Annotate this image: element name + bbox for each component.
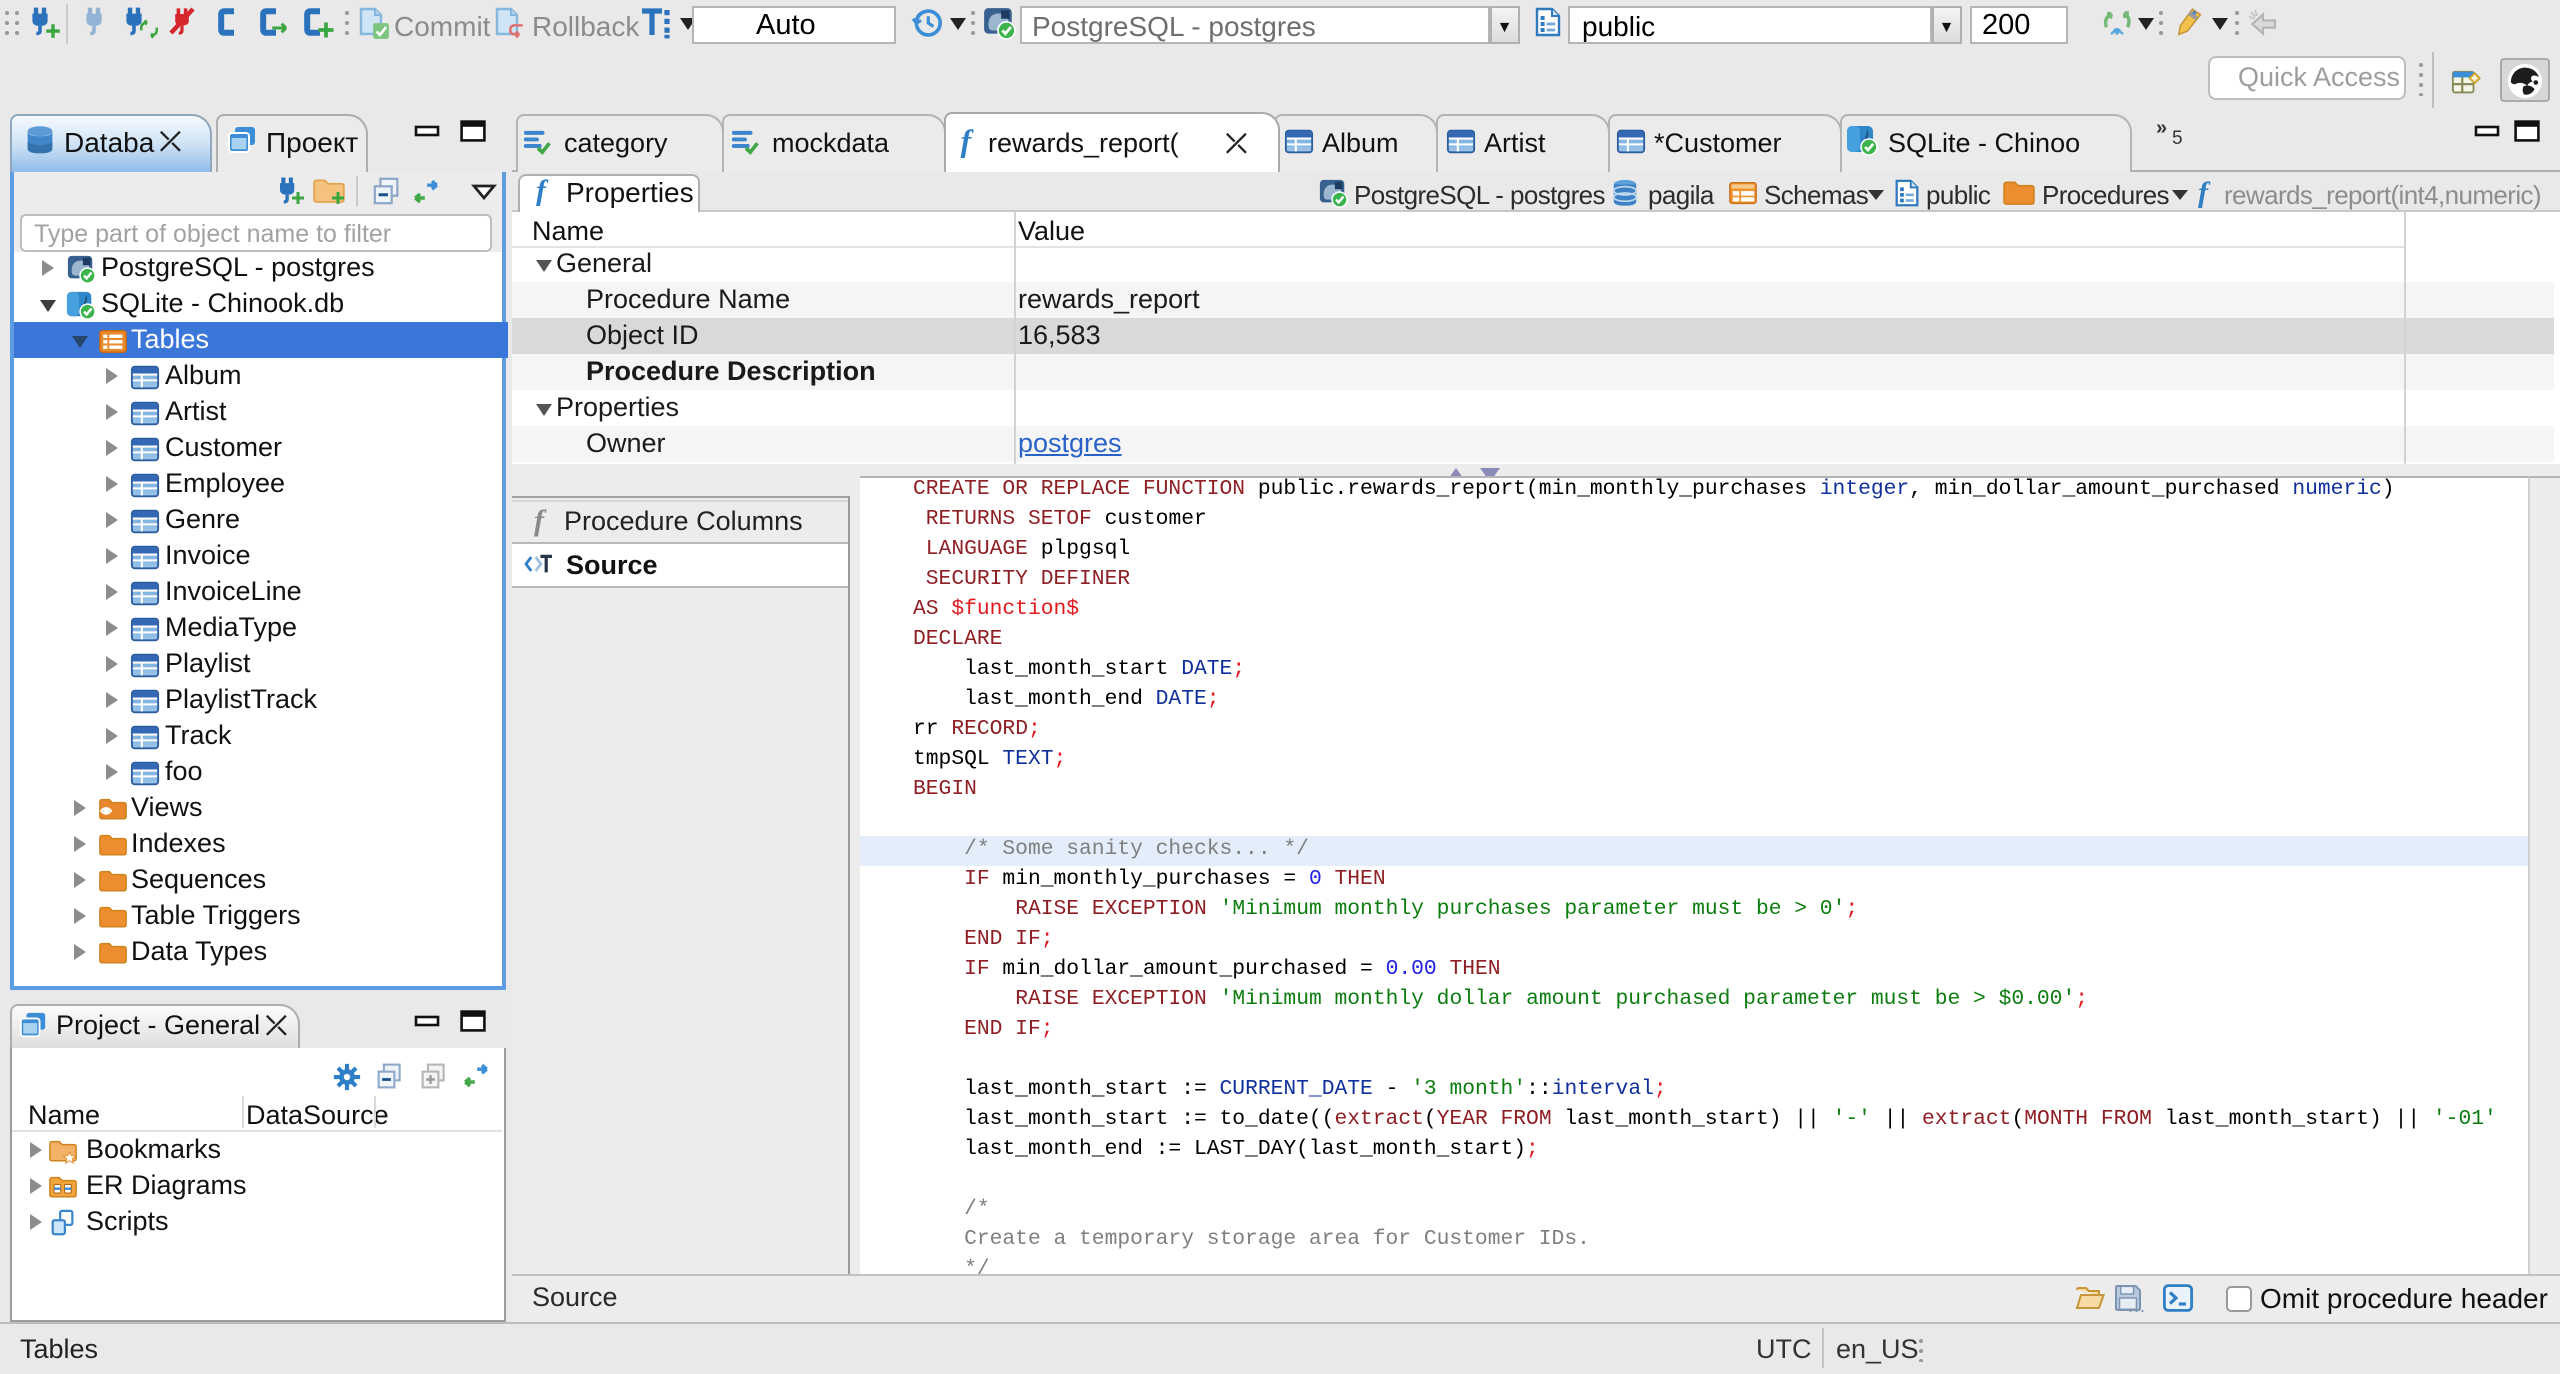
svg-text:f: f: [534, 504, 547, 537]
